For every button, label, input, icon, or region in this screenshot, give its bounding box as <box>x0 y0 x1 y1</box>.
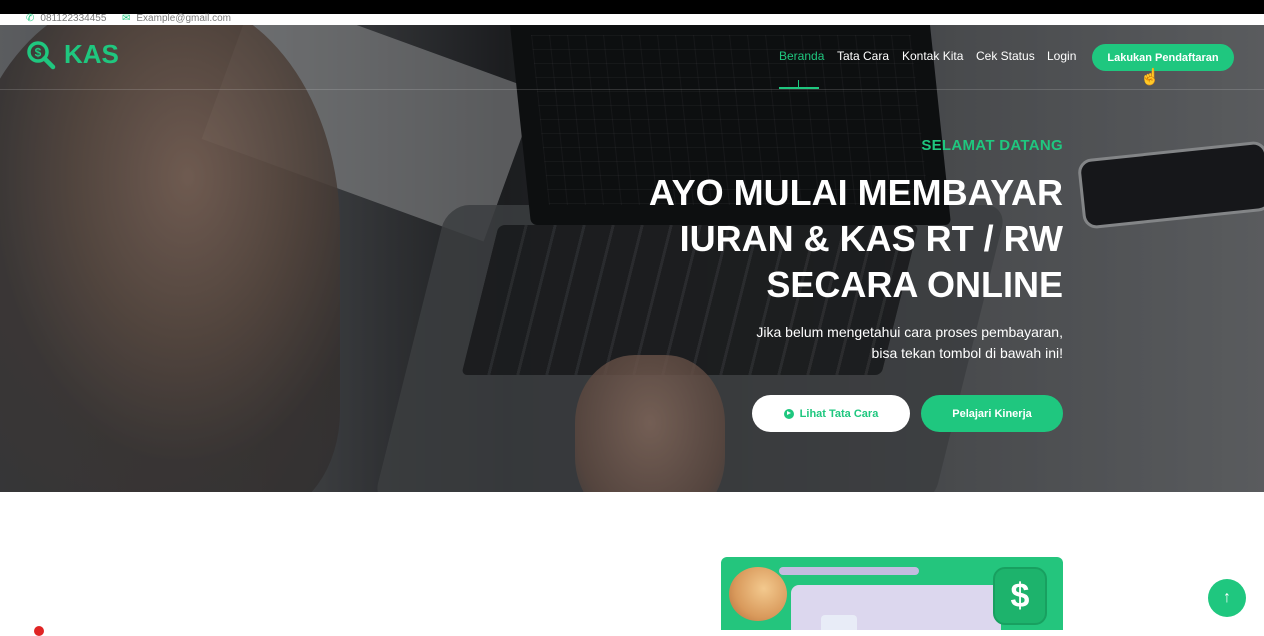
contact-topbar: ✆ 081122334455 ✉ Example@gmail.com <box>0 12 1264 26</box>
view-guide-button[interactable]: Lihat Tata Cara <box>752 395 910 432</box>
nav-item-login[interactable]: Login <box>1047 49 1076 63</box>
promo-illustration: $ <box>721 557 1063 630</box>
phone-number: 081122334455 <box>40 13 107 24</box>
phone-icon: ✆ <box>26 13 35 24</box>
brand-logo[interactable]: $ KAS <box>26 39 119 70</box>
svg-text:$: $ <box>35 45 42 59</box>
hero-headline: AYO MULAI MEMBAYAR IURAN & KAS RT / RW S… <box>543 170 1063 308</box>
nav-item-cek-status[interactable]: Cek Status <box>976 49 1035 63</box>
main-navbar: $ KAS Beranda Tata Cara Kontak Kita Cek … <box>0 25 1264 90</box>
register-button[interactable]: Lakukan Pendaftaran <box>1092 44 1234 71</box>
nav-item-kontak-kita[interactable]: Kontak Kita <box>902 49 963 63</box>
illustration-card <box>821 615 857 630</box>
arrow-up-icon: ↑ <box>1223 589 1231 606</box>
play-circle-icon <box>783 408 794 419</box>
illustration-bar <box>779 567 919 575</box>
dollar-icon: $ <box>993 567 1047 625</box>
mouse-cursor-icon: ☝ <box>1140 69 1160 86</box>
hero-headline-line: IURAN & KAS RT / RW <box>679 218 1063 259</box>
nav-item-tata-cara[interactable]: Tata Cara <box>837 49 889 63</box>
envelope-icon: ✉ <box>122 13 131 24</box>
nav-active-indicator <box>779 80 819 89</box>
hero-welcome: SELAMAT DATANG <box>921 137 1063 154</box>
search-dollar-icon: $ <box>26 40 56 70</box>
notification-dot <box>34 626 44 636</box>
hero-buttons: Lihat Tata Cara Pelajari Kinerja <box>752 395 1063 432</box>
view-guide-label: Lihat Tata Cara <box>799 407 879 420</box>
hero-headline-line: SECARA ONLINE <box>766 264 1063 305</box>
hero-content: SELAMAT DATANG AYO MULAI MEMBAYAR IURAN … <box>543 137 1063 364</box>
back-to-top-button[interactable]: ↑ <box>1208 579 1246 617</box>
topbar-phone: ✆ 081122334455 <box>26 12 106 26</box>
hero-subtitle-line: bisa tekan tombol di bawah ini! <box>871 345 1063 361</box>
hero-subtitle-line: Jika belum mengetahui cara proses pembay… <box>756 324 1063 340</box>
coin-icon <box>729 567 787 621</box>
hero-subtitle: Jika belum mengetahui cara proses pembay… <box>543 322 1063 364</box>
email-address: Example@gmail.com <box>136 13 232 24</box>
brand-name: KAS <box>64 39 119 69</box>
learn-performance-button[interactable]: Pelajari Kinerja <box>921 395 1063 432</box>
nav-item-beranda[interactable]: Beranda <box>779 49 824 63</box>
hero-headline-line: AYO MULAI MEMBAYAR <box>648 172 1063 213</box>
topbar-email: ✉ Example@gmail.com <box>122 12 231 26</box>
